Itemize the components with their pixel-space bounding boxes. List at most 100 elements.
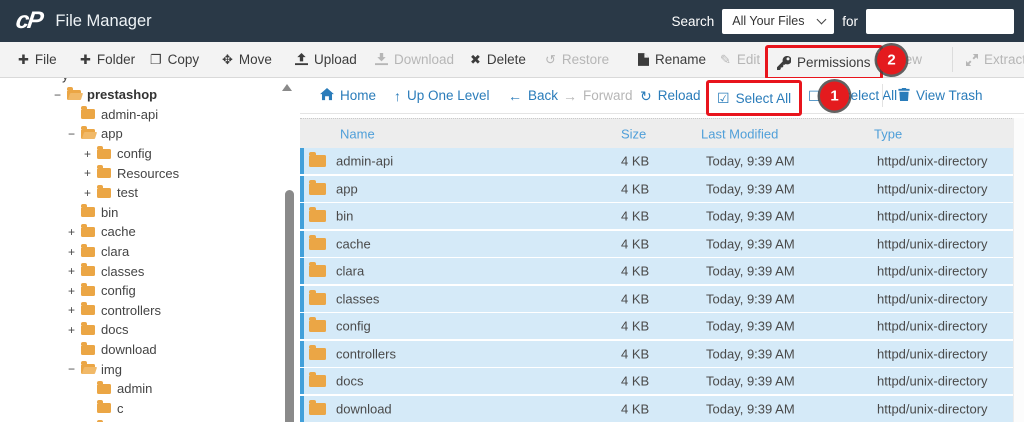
table-row-controllers[interactable]: controllers 4 KB Today, 9:39 AM httpd/unix-… (300, 340, 1014, 367)
reload-icon: ↻ (640, 87, 652, 104)
tree-toggle-plus-icon[interactable]: + (84, 186, 97, 200)
table-row-cache[interactable]: cache 4 KB Today, 9:39 AM httpd/unix-direct… (300, 230, 1014, 257)
cell-size: 4 KB (621, 208, 650, 224)
tree-toggle-plus-icon[interactable]: + (68, 225, 81, 239)
tree-item-prestashop[interactable]: − prestashop (0, 85, 280, 105)
column-header-name[interactable]: Name (340, 126, 375, 141)
cell-name: download (336, 401, 392, 416)
cell-type: httpd/unix-directory (877, 291, 988, 306)
file-rows: admin-api 4 KB Today, 9:39 AM httpd/unix-di… (300, 148, 1014, 422)
tree-item-admin[interactable]: admin (0, 379, 280, 399)
tree-toggle-minus-icon[interactable]: − (68, 127, 81, 141)
tree-toggle-plus-icon[interactable]: + (68, 303, 81, 317)
tree-item-c[interactable]: c (0, 399, 280, 419)
tree-item-resources[interactable]: + Resources (0, 163, 280, 183)
view-trash-button[interactable]: View Trash (882, 78, 993, 113)
cell-type: httpd/unix-directory (877, 373, 988, 389)
tree-item-config[interactable]: + config (0, 144, 280, 164)
tree-item-test[interactable]: + test (0, 183, 280, 203)
table-header: Name Size Last Modified Type (300, 118, 1014, 148)
tree-toggle-plus-icon[interactable]: + (84, 166, 97, 180)
cell-name: bin (336, 208, 354, 224)
cell-size: 4 KB (621, 291, 650, 306)
reload-button[interactable]: ↻ Reload (630, 78, 711, 113)
tree-toggle-plus-icon[interactable]: + (68, 264, 81, 278)
column-header-size[interactable]: Size (621, 126, 646, 141)
tree-item-config[interactable]: + config (0, 281, 280, 301)
download-icon (375, 53, 388, 66)
delete-button[interactable]: ✖ Delete (462, 42, 534, 77)
tree-toggle-minus-icon[interactable]: − (54, 88, 67, 102)
upload-button[interactable]: Upload (287, 42, 365, 77)
tree-toggle-plus-icon[interactable]: + (84, 147, 97, 161)
tree-item-label: classes (101, 263, 145, 279)
scrollbar-up-arrow-icon[interactable] (282, 84, 292, 91)
select-all-button[interactable]: ☑ Select All (706, 80, 803, 116)
folder-icon (309, 317, 326, 332)
tree-item-img[interactable]: − img (0, 359, 280, 379)
column-header-last-modified[interactable]: Last Modified (701, 126, 778, 141)
folder-button[interactable]: ✚ Folder (72, 42, 143, 77)
cell-last-modified: Today, 9:39 AM (706, 401, 795, 416)
tree-toggle-minus-icon[interactable]: − (68, 362, 81, 376)
vertical-scrollbar[interactable] (1013, 118, 1024, 422)
up-one-level-button[interactable]: ↑ Up One Level (384, 78, 500, 113)
table-row-bin[interactable]: bin 4 KB Today, 9:39 AM httpd/unix-director… (300, 203, 1014, 229)
cell-last-modified: Today, 9:39 AM (706, 208, 795, 224)
copy-button[interactable]: ❐ Copy (142, 42, 207, 77)
tree-item-label: app (101, 126, 123, 142)
tree-item-controllers[interactable]: + controllers (0, 301, 280, 321)
folder-tree-sidebar: y − prestashop admin-api − app + config + Resour… (0, 78, 300, 422)
folder-closed-icon (97, 145, 111, 159)
rename-button[interactable]: Rename (630, 42, 714, 77)
tree-item-download[interactable]: download (0, 340, 280, 360)
tree-item-label: clara (101, 244, 130, 260)
table-row-admin-api[interactable]: admin-api 4 KB Today, 9:39 AM httpd/unix-di… (300, 148, 1014, 174)
rename-file-icon (638, 53, 649, 66)
tree-toggle-plus-icon[interactable]: + (68, 245, 81, 259)
tree-item-bin[interactable]: bin (0, 203, 280, 223)
table-row-docs[interactable]: docs 4 KB Today, 9:39 AM httpd/unix-directo… (300, 368, 1014, 394)
table-row-clara[interactable]: clara 4 KB Today, 9:39 AM httpd/unix-direct… (300, 258, 1014, 284)
sidebar-scrollbar-thumb[interactable] (285, 190, 294, 422)
table-row-config[interactable]: config 4 KB Today, 9:39 AM httpd/unix-direc… (300, 313, 1014, 339)
cell-last-modified: Today, 9:39 AM (706, 318, 795, 334)
copy-icon: ❐ (150, 52, 162, 67)
cell-size: 4 KB (621, 401, 650, 416)
page-title: File Manager (55, 11, 152, 30)
home-button[interactable]: Home (310, 78, 386, 113)
table-row-download[interactable]: download 4 KB Today, 9:39 AM httpd/unix-dir… (300, 395, 1014, 422)
tree-toggle-plus-icon[interactable]: + (68, 284, 81, 298)
folder-closed-icon (97, 184, 111, 198)
cell-type: httpd/unix-directory (877, 153, 988, 169)
step-1-badge: 1 (820, 81, 849, 110)
column-header-type[interactable]: Type (874, 126, 902, 141)
cpanel-logo: cP (14, 7, 44, 34)
tree-item-docs[interactable]: + docs (0, 320, 280, 340)
tree-item-cache[interactable]: + cache (0, 222, 280, 242)
tree-item-label: controllers (101, 302, 161, 318)
tree-item-app[interactable]: − app (0, 124, 280, 144)
table-row-app[interactable]: app 4 KB Today, 9:39 AM httpd/unix-director… (300, 175, 1014, 202)
search-input[interactable] (866, 8, 1014, 34)
table-row-classes[interactable]: classes 4 KB Today, 9:39 AM httpd/unix-dire… (300, 285, 1014, 312)
tree-item-classes[interactable]: + classes (0, 261, 280, 281)
tree-item-clara[interactable]: + clara (0, 242, 280, 262)
move-button[interactable]: ✥ Move (214, 42, 280, 77)
cell-name: app (336, 181, 358, 196)
restore-undo-icon: ↺ (545, 52, 556, 67)
tree-item-admin-api[interactable]: admin-api (0, 105, 280, 125)
home-icon (320, 87, 334, 104)
file-button[interactable]: ✚ File (10, 42, 65, 77)
tree-toggle-plus-icon[interactable]: + (68, 323, 81, 337)
cell-size: 4 KB (621, 153, 650, 169)
search-scope-select[interactable]: All Your Files (722, 8, 835, 34)
checkbox-checked-icon: ☑ (717, 90, 730, 106)
cell-name: config (336, 318, 371, 334)
upload-icon (295, 53, 308, 66)
permissions-button[interactable]: Permissions (765, 45, 883, 80)
folder-icon (309, 234, 326, 250)
button-label: Reload (657, 88, 701, 103)
button-label: Upload (314, 52, 357, 67)
tree-item-label: bin (101, 204, 119, 220)
